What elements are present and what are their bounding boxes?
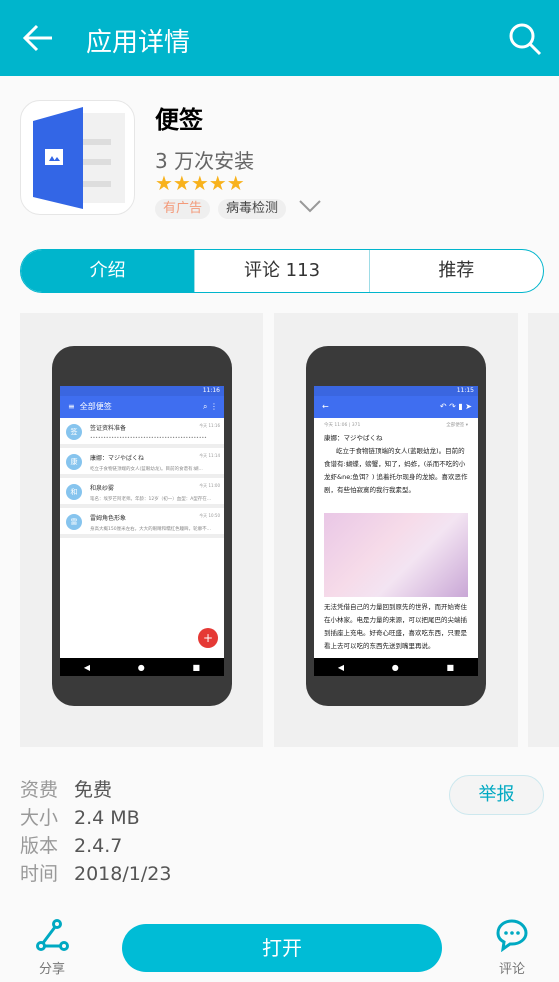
rating-stars: ★★★★★ bbox=[155, 171, 245, 195]
detail-label: 大小 bbox=[20, 807, 59, 829]
phone-frame: 11:15 ← ↶ ↷ ▮ ➤ 今天 11:06 | 371 全部便签 ▾ 康娜：マ… bbox=[306, 346, 486, 706]
install-count: 3 万次安装 bbox=[155, 149, 255, 173]
tab-recommend[interactable]: 推荐 bbox=[368, 250, 543, 292]
note-item: 签签证资料准备 •••••••••••••••••••••••••••••••••… bbox=[60, 418, 224, 448]
chevron-down-icon[interactable] bbox=[298, 198, 322, 214]
report-button[interactable]: 举报 bbox=[449, 775, 544, 815]
status-time: 11:15 bbox=[314, 386, 478, 396]
note-snippet: 笔名：埃罗芒阿老师。年龄：12岁（初一）血型：A型存在... bbox=[90, 497, 212, 502]
note-time: 今天 11:00 bbox=[199, 483, 220, 488]
menu-icon: ≡ bbox=[68, 402, 80, 411]
note-item: 和和泉纱雾 笔名：埃罗芒阿老师。年龄：12岁（初一）血型：A型存在... 今天 11… bbox=[60, 478, 224, 508]
note-item: 雷雷姆角色形象 身高大概150厘米左右。大大的眼睛和糯红色瞳眸，轮廓不... 今天 … bbox=[60, 508, 224, 538]
arrow-left-icon[interactable] bbox=[20, 20, 56, 56]
screenshot-1[interactable]: 11:16 ≡ 全部便签 ⌕ ⋮ 签签证资料准备 •••••••••••••••••… bbox=[20, 313, 263, 747]
screenshot-2[interactable]: 11:15 ← ↶ ↷ ▮ ➤ 今天 11:06 | 371 全部便签 ▾ 康娜：マ… bbox=[274, 313, 518, 747]
tab-reviews[interactable]: 评论 113 bbox=[194, 250, 368, 292]
page-title: 应用详情 bbox=[86, 28, 191, 58]
note-time: 今天 11:16 bbox=[199, 423, 220, 428]
app-name: 便签 bbox=[155, 106, 203, 134]
detail-label: 时间 bbox=[20, 863, 59, 885]
note-avatar: 和 bbox=[66, 484, 82, 500]
comment-label: 评论 bbox=[498, 962, 525, 977]
note-snippet: 身高大概150厘米左右。大大的眼睛和糯红色瞳眸，轮廓不... bbox=[90, 527, 211, 532]
screen-title: 全部便签 bbox=[79, 402, 112, 411]
share-button[interactable]: 分享 bbox=[30, 918, 74, 977]
detail-value: 2.4 MB bbox=[74, 807, 140, 829]
note-paragraph: 无法凭借自己的力量回到原先的世界，而开始寄住在小林家。电是力量的来源，可以把尾巴… bbox=[324, 603, 467, 650]
detail-label: 资费 bbox=[20, 779, 59, 801]
comment-button[interactable]: 评论 bbox=[490, 918, 534, 977]
tab-intro[interactable]: 介绍 bbox=[21, 250, 195, 292]
share-label: 分享 bbox=[38, 962, 65, 977]
editor-toolbar: ← ↶ ↷ ▮ ➤ bbox=[314, 396, 478, 418]
note-time: 今天 10:50 bbox=[199, 513, 220, 518]
screenshot-3[interactable] bbox=[528, 313, 559, 747]
nav-bar: ◀ ● ■ bbox=[60, 658, 224, 676]
open-button[interactable]: 打开 bbox=[122, 924, 442, 972]
nav-bar: ◀ ● ■ bbox=[314, 658, 478, 676]
more-icon: ⌕ ⋮ bbox=[202, 402, 218, 411]
virus-check-tag: 病毒检测 bbox=[218, 199, 287, 219]
ad-tag: 有广告 bbox=[155, 199, 211, 219]
folder-label: 全部便签 ▾ bbox=[446, 423, 468, 428]
status-time: 11:16 bbox=[60, 386, 224, 396]
note-avatar: 康 bbox=[66, 454, 82, 470]
share-icon bbox=[36, 919, 69, 951]
note-meta: 今天 11:06 | 371 bbox=[324, 423, 361, 428]
note-paragraph: 屹立于食物链顶端的女人(蓝眼幼龙)。目前的食谱有:蝴蝶，螃蟹，知了，蚂蚱，(杀而… bbox=[324, 447, 468, 494]
detail-label: 版本 bbox=[20, 835, 59, 857]
phone-frame: 11:16 ≡ 全部便签 ⌕ ⋮ 签签证资料准备 •••••••••••••••••… bbox=[52, 346, 232, 706]
note-avatar: 雷 bbox=[66, 514, 82, 530]
app-icon bbox=[20, 100, 135, 215]
detail-value: 免费 bbox=[74, 779, 113, 801]
note-item: 康康娜：マジやばくね 屹立于食物链顶端的女人(蓝眼幼龙)。目前的食谱有:蝴... 今… bbox=[60, 448, 224, 478]
app-bar: 应用详情 bbox=[0, 0, 559, 76]
detail-value: 2018/1/23 bbox=[74, 863, 172, 885]
comment-icon bbox=[496, 919, 528, 953]
search-icon[interactable] bbox=[508, 22, 542, 56]
note-time: 今天 11:14 bbox=[199, 453, 220, 458]
note-avatar: 签 bbox=[66, 424, 82, 440]
detail-value: 2.4.7 bbox=[74, 835, 123, 857]
tab-bar: 介绍 评论 113 推荐 bbox=[20, 249, 544, 293]
note-heading: 康娜：マジやばくね bbox=[324, 434, 383, 442]
add-fab: + bbox=[198, 628, 218, 648]
note-snippet: ••••••••••••••••••••••••••••••••••••••••… bbox=[90, 436, 207, 441]
anime-image bbox=[324, 513, 468, 597]
details-list: 资费 免费 大小 2.4 MB 版本 2.4.7 时间 2018/1/23 bbox=[20, 776, 171, 888]
note-snippet: 屹立于食物链顶端的女人(蓝眼幼龙)。目前的食谱有:蝴... bbox=[90, 467, 203, 472]
